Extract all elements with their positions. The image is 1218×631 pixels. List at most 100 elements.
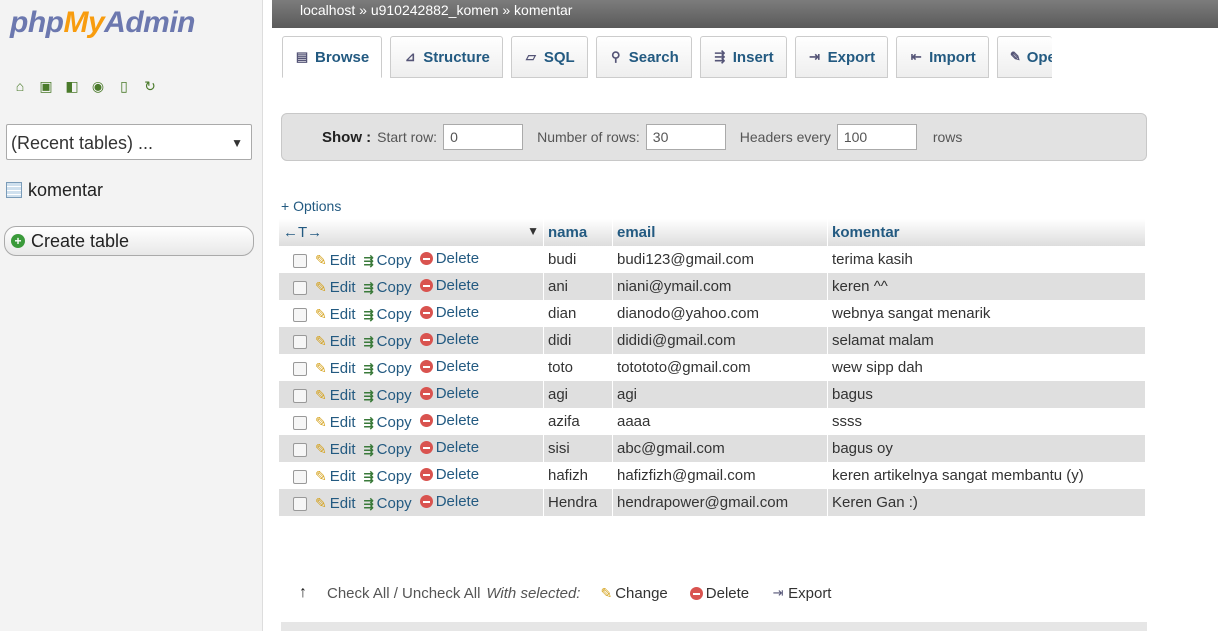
cell-komentar[interactable]: keren artikelnya sangat membantu (y) <box>827 462 1146 489</box>
copy-row-button[interactable]: ⇶ Copy <box>364 306 412 323</box>
cell-nama[interactable]: Hendra <box>543 489 613 516</box>
tab-insert[interactable]: ⇶ Insert <box>699 36 787 78</box>
cell-email[interactable]: aaaa <box>612 408 828 435</box>
row-checkbox[interactable] <box>293 334 307 349</box>
delete-row-button[interactable]: Delete <box>419 439 479 456</box>
copy-row-button[interactable]: ⇶ Copy <box>364 252 412 269</box>
check-all-link[interactable]: Check All / Uncheck All <box>327 585 480 602</box>
cell-komentar[interactable]: keren ^^ <box>827 273 1146 300</box>
tab-import[interactable]: ⇤ Import <box>896 36 989 78</box>
column-header-komentar[interactable]: komentar <box>827 219 1146 246</box>
cell-komentar[interactable]: Keren Gan :) <box>827 489 1146 516</box>
edit-row-button[interactable]: ✎ Edit <box>315 306 356 323</box>
home-icon[interactable]: ⌂ <box>12 78 28 94</box>
edit-row-button[interactable]: ✎ Edit <box>315 387 356 404</box>
delete-row-button[interactable]: Delete <box>419 493 479 510</box>
cell-email[interactable]: hendrapower@gmail.com <box>612 489 828 516</box>
tab-structure[interactable]: ⊿ Structure <box>390 36 503 78</box>
cell-komentar[interactable]: bagus <box>827 381 1146 408</box>
docs-icon[interactable]: ▯ <box>116 78 132 94</box>
cell-email[interactable]: agi <box>612 381 828 408</box>
exit-icon[interactable]: ▣ <box>38 78 54 94</box>
cell-komentar[interactable]: bagus oy <box>827 435 1146 462</box>
cell-email[interactable]: niani@ymail.com <box>612 273 828 300</box>
delete-row-button[interactable]: Delete <box>419 358 479 375</box>
tab-search[interactable]: ⚲ Search <box>595 36 692 78</box>
copy-row-button[interactable]: ⇶ Copy <box>364 495 412 512</box>
copy-row-button[interactable]: ⇶ Copy <box>364 333 412 350</box>
sort-dropdown-icon[interactable]: ▼ <box>527 224 539 238</box>
copy-row-button[interactable]: ⇶ Copy <box>364 279 412 296</box>
edit-row-button[interactable]: ✎ Edit <box>315 333 356 350</box>
copy-row-button[interactable]: ⇶ Copy <box>364 414 412 431</box>
query-window-icon[interactable]: ◧ <box>64 78 80 94</box>
edit-row-button[interactable]: ✎ Edit <box>315 468 356 485</box>
tab-operations[interactable]: ✎Ope <box>996 36 1052 78</box>
column-header-nama[interactable]: nama <box>543 219 613 246</box>
cell-nama[interactable]: azifa <box>543 408 613 435</box>
delete-row-button[interactable]: Delete <box>419 277 479 294</box>
recent-tables-select[interactable]: (Recent tables) ... ▼ <box>6 124 252 160</box>
cell-nama[interactable]: didi <box>543 327 613 354</box>
delete-row-button[interactable]: Delete <box>419 331 479 348</box>
row-checkbox[interactable] <box>293 361 307 376</box>
cell-email[interactable]: dididi@gmail.com <box>612 327 828 354</box>
row-checkbox[interactable] <box>293 496 307 511</box>
delete-row-button[interactable]: Delete <box>419 466 479 483</box>
change-button[interactable]: ✎ Change <box>600 585 667 602</box>
cell-nama[interactable]: budi <box>543 246 613 273</box>
tab-export[interactable]: ⇥ Export <box>794 36 889 78</box>
delete-row-button[interactable]: Delete <box>419 304 479 321</box>
row-checkbox[interactable] <box>293 415 307 430</box>
copy-row-button[interactable]: ⇶ Copy <box>364 468 412 485</box>
cell-komentar[interactable]: webnya sangat menarik <box>827 300 1146 327</box>
cell-nama[interactable]: hafizh <box>543 462 613 489</box>
cell-nama[interactable]: sisi <box>543 435 613 462</box>
export-selected-button[interactable]: ⇥ Export <box>771 585 832 602</box>
cell-email[interactable]: abc@gmail.com <box>612 435 828 462</box>
cell-komentar[interactable]: selamat malam <box>827 327 1146 354</box>
copy-row-button[interactable]: ⇶ Copy <box>364 360 412 377</box>
edit-row-button[interactable]: ✎ Edit <box>315 279 356 296</box>
help-icon[interactable]: ◉ <box>90 78 106 94</box>
row-checkbox[interactable] <box>293 253 307 268</box>
row-checkbox[interactable] <box>293 307 307 322</box>
copy-row-button[interactable]: ⇶ Copy <box>364 441 412 458</box>
edit-row-button[interactable]: ✎ Edit <box>315 252 356 269</box>
num-rows-input[interactable] <box>645 124 726 150</box>
cell-email[interactable]: hafizfizh@gmail.com <box>612 462 828 489</box>
start-row-input[interactable] <box>443 124 524 150</box>
delete-row-button[interactable]: Delete <box>419 385 479 402</box>
cell-komentar[interactable]: terima kasih <box>827 246 1146 273</box>
headers-every-input[interactable] <box>836 124 917 150</box>
row-checkbox[interactable] <box>293 442 307 457</box>
options-toggle[interactable]: + Options <box>281 198 341 214</box>
row-checkbox[interactable] <box>293 388 307 403</box>
delete-row-button[interactable]: Delete <box>419 250 479 267</box>
row-checkbox[interactable] <box>293 469 307 484</box>
phpmyadmin-logo[interactable]: phpMyAdmin <box>10 6 195 40</box>
cell-nama[interactable]: ani <box>543 273 613 300</box>
tab-browse[interactable]: ▤ Browse <box>282 36 383 78</box>
cell-email[interactable]: totototo@gmail.com <box>612 354 828 381</box>
edit-row-button[interactable]: ✎ Edit <box>315 360 356 377</box>
tab-sql[interactable]: ▱ SQL <box>510 36 588 78</box>
delete-row-button[interactable]: Delete <box>419 412 479 429</box>
create-table-button[interactable]: + Create table <box>4 226 254 256</box>
column-header-email[interactable]: email <box>612 219 828 246</box>
cell-nama[interactable]: dian <box>543 300 613 327</box>
cell-email[interactable]: dianodo@yahoo.com <box>612 300 828 327</box>
cell-nama[interactable]: agi <box>543 381 613 408</box>
sidebar-item-komentar[interactable]: komentar <box>6 175 256 205</box>
cell-nama[interactable]: toto <box>543 354 613 381</box>
copy-row-button[interactable]: ⇶ Copy <box>364 387 412 404</box>
delete-selected-button[interactable]: Delete <box>689 585 749 602</box>
reload-icon[interactable]: ↻ <box>142 78 158 94</box>
edit-row-button[interactable]: ✎ Edit <box>315 441 356 458</box>
edit-row-button[interactable]: ✎ Edit <box>315 414 356 431</box>
cell-komentar[interactable]: wew sipp dah <box>827 354 1146 381</box>
cell-komentar[interactable]: ssss <box>827 408 1146 435</box>
edit-row-button[interactable]: ✎ Edit <box>315 495 356 512</box>
row-checkbox[interactable] <box>293 280 307 295</box>
cell-email[interactable]: budi123@gmail.com <box>612 246 828 273</box>
